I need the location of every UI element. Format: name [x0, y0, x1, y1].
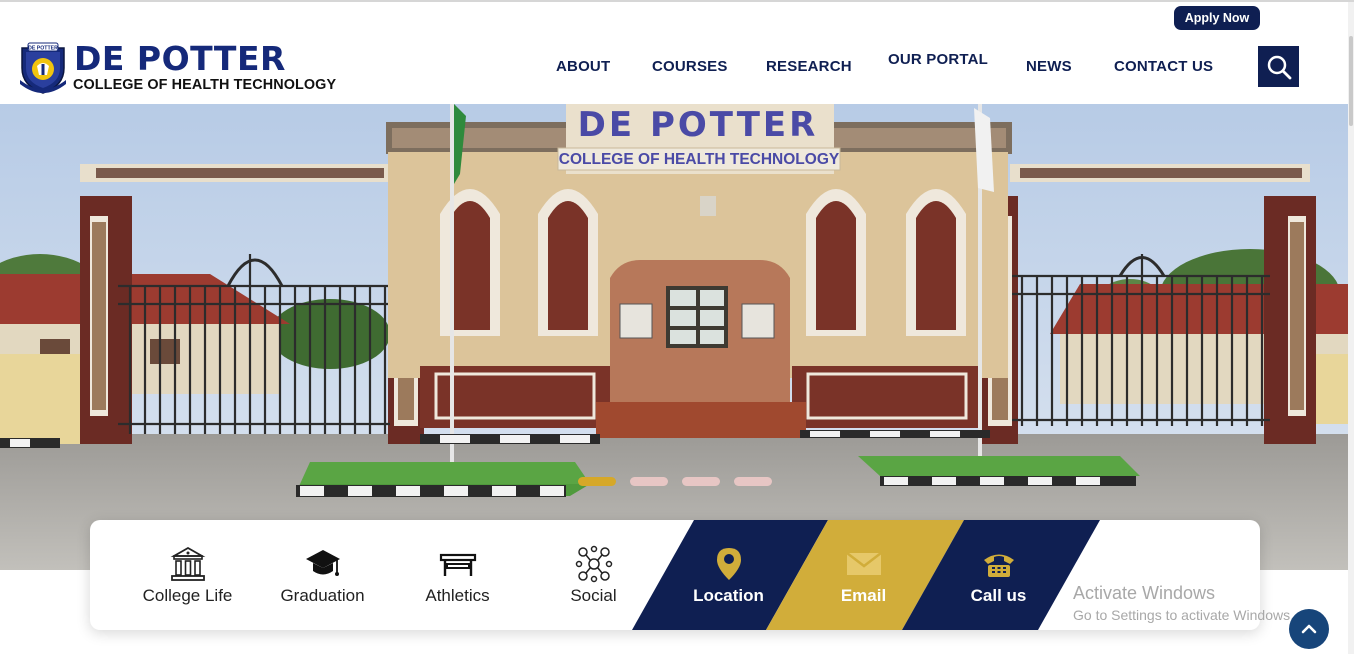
- hero-slider: DE POTTER COLLEGE OF HEALTH TECHNOLOGY: [0, 104, 1348, 570]
- chevron-up-icon: [1301, 624, 1317, 634]
- quick-link-athletics[interactable]: Athletics: [390, 520, 525, 630]
- slider-dot-2[interactable]: [630, 477, 668, 486]
- quick-link-label: Location: [693, 586, 764, 605]
- graduation-cap-icon: [303, 544, 343, 584]
- sign-title: DE POTTER: [578, 105, 819, 145]
- quick-link-college-life[interactable]: College Life: [120, 520, 255, 630]
- back-to-top-button[interactable]: [1289, 609, 1329, 649]
- crest-text: DE POTTER: [28, 46, 58, 52]
- nav-item-about[interactable]: ABOUT: [556, 58, 610, 75]
- hero-image: DE POTTER COLLEGE OF HEALTH TECHNOLOGY: [0, 104, 1348, 570]
- page: Apply Now DE POTTER DE POTTER COLLEGE OF…: [0, 0, 1354, 654]
- quick-link-call-us[interactable]: Call us: [931, 520, 1066, 630]
- slider-dot-1[interactable]: [578, 477, 616, 486]
- quick-link-label: Call us: [970, 586, 1027, 605]
- brand-name: DE POTTER: [74, 39, 286, 78]
- quick-link-social[interactable]: Social: [526, 520, 661, 630]
- network-icon: [574, 544, 614, 584]
- quick-link-label: Athletics: [425, 586, 490, 605]
- brand-subtitle: COLLEGE OF HEALTH TECHNOLOGY: [73, 77, 337, 93]
- sign-subtitle: COLLEGE OF HEALTH TECHNOLOGY: [559, 151, 840, 168]
- scrollbar-thumb[interactable]: [1349, 36, 1353, 126]
- activate-windows-title: Activate Windows: [1073, 583, 1216, 603]
- envelope-icon: [844, 544, 884, 584]
- slider-dot-4[interactable]: [734, 477, 772, 486]
- page-scrollbar[interactable]: [1348, 2, 1354, 654]
- slider-dots: [578, 477, 772, 487]
- quick-link-graduation[interactable]: Graduation: [255, 520, 390, 630]
- apply-now-button[interactable]: Apply Now: [1174, 6, 1260, 30]
- map-pin-icon: [709, 544, 749, 584]
- college-crest-icon: DE POTTER: [20, 42, 66, 94]
- phone-icon: [979, 544, 1019, 584]
- nav-item-our-portal[interactable]: OUR PORTAL: [888, 51, 988, 68]
- quick-link-label: Social: [570, 586, 617, 605]
- quick-link-location[interactable]: Location: [661, 520, 796, 630]
- bench-icon: [438, 544, 478, 584]
- site-logo[interactable]: DE POTTER DE POTTER COLLEGE OF HEALTH TE…: [18, 39, 336, 96]
- slider-dot-3[interactable]: [682, 477, 720, 486]
- nav-item-research[interactable]: RESEARCH: [766, 58, 852, 75]
- site-header: Apply Now DE POTTER DE POTTER COLLEGE OF…: [0, 2, 1348, 104]
- search-icon: [1267, 55, 1291, 79]
- quick-link-email[interactable]: Email: [796, 520, 931, 630]
- activate-windows-subtitle: Go to Settings to activate Windows.: [1073, 607, 1294, 623]
- quick-link-label: College Life: [142, 586, 233, 605]
- quick-link-label: Email: [840, 586, 887, 605]
- nav-item-courses[interactable]: COURSES: [652, 58, 728, 75]
- search-button[interactable]: [1258, 46, 1299, 87]
- building-icon: [168, 544, 208, 584]
- nav-item-news[interactable]: NEWS: [1026, 58, 1072, 75]
- quick-link-label: Graduation: [280, 586, 365, 605]
- nav-item-contact-us[interactable]: CONTACT US: [1114, 58, 1213, 75]
